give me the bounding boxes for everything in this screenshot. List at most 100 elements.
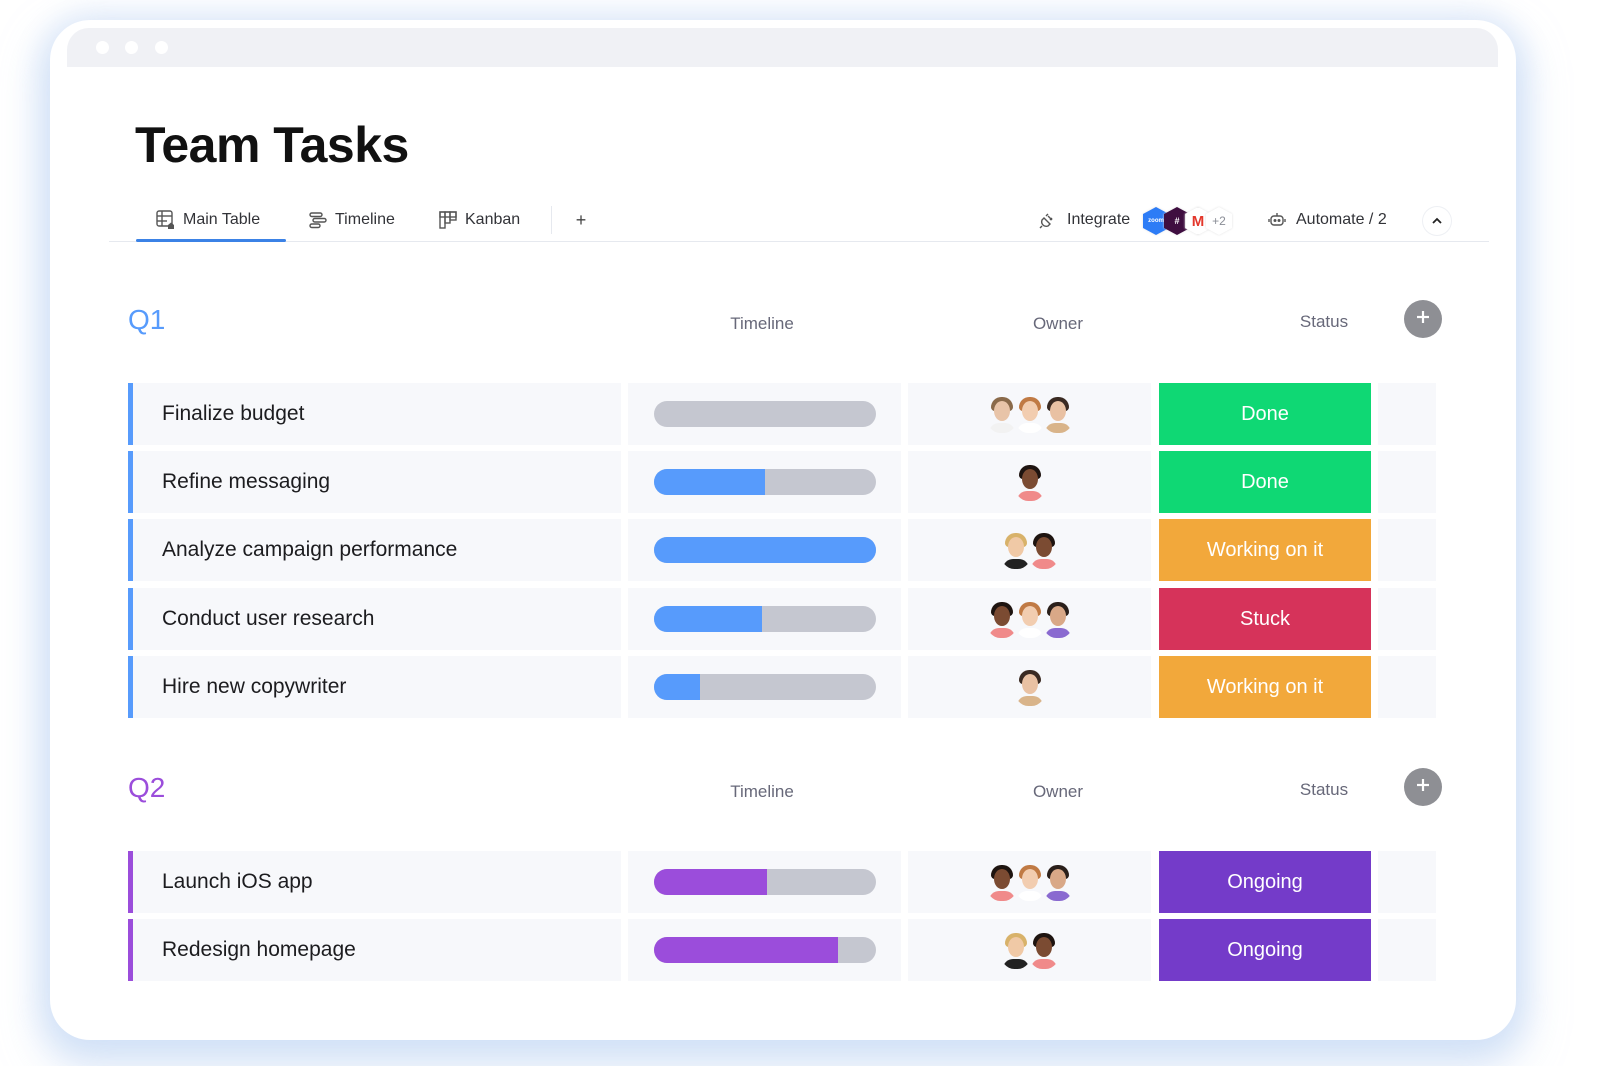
task-name-cell[interactable]: Analyze campaign performance [128,519,621,581]
timeline-bar-fill [653,537,876,563]
avatar[interactable] [1014,668,1046,706]
empty-cell [1378,383,1436,445]
task-name-cell[interactable]: Redesign homepage [128,919,621,981]
integrate-button[interactable]: Integrate [1037,204,1130,236]
task-name-cell[interactable]: Launch iOS app [128,851,621,913]
avatar[interactable] [986,395,1018,433]
timeline-cell[interactable] [628,519,901,581]
window-dot-maximize[interactable] [155,41,168,54]
owner-avatars [986,395,1074,433]
table-row[interactable]: Finalize budget Done [128,383,1438,445]
app-window: Team Tasks Main Table Timeline Kanban + … [67,28,1498,1012]
tab-kanban[interactable]: Kanban [437,204,520,236]
group-title[interactable]: Q1 [128,304,165,336]
timeline-cell[interactable] [628,919,901,981]
view-tabs: Main Table Timeline Kanban + Integrate z… [109,198,1489,242]
automate-button[interactable]: Automate / 2 [1266,204,1387,236]
group-title[interactable]: Q2 [128,772,165,804]
plus-icon [1414,308,1432,331]
more-integrations-count: +2 [1206,207,1232,235]
table-row[interactable]: Analyze campaign performance Working on i… [128,519,1438,581]
owner-cell[interactable] [908,519,1151,581]
task-name: Redesign homepage [162,938,356,961]
timeline-bar [653,937,876,963]
owner-cell[interactable] [908,383,1151,445]
owner-cell[interactable] [908,919,1151,981]
task-name-cell[interactable]: Hire new copywriter [128,656,621,718]
status-badge[interactable]: Stuck [1159,588,1371,650]
integrations-list[interactable]: zoom # M +2 [1143,206,1232,236]
group-color-bar [128,588,133,650]
chevron-up-icon [1431,212,1443,230]
owner-cell[interactable] [908,588,1151,650]
add-column-button[interactable] [1404,768,1442,806]
avatar[interactable] [1014,863,1046,901]
owner-avatars [986,600,1074,638]
avatar[interactable] [1000,931,1032,969]
timeline-bar-fill [653,937,838,963]
status-badge[interactable]: Done [1159,451,1371,513]
table-home-icon [155,209,177,231]
timeline-cell[interactable] [628,851,901,913]
table-row[interactable]: Redesign homepage Ongoing [128,919,1438,981]
timeline-bar [653,401,876,427]
table-row[interactable]: Hire new copywriter Working on it [128,656,1438,718]
empty-cell [1378,519,1436,581]
tab-main-table[interactable]: Main Table [155,204,260,236]
window-dot-close[interactable] [96,41,109,54]
owner-avatars [1000,531,1060,569]
table-row[interactable]: Conduct user research Stuck [128,588,1438,650]
avatar[interactable] [986,600,1018,638]
group-color-bar [128,451,133,513]
empty-cell [1378,851,1436,913]
window-dot-minimize[interactable] [125,41,138,54]
timeline-cell[interactable] [628,588,901,650]
add-column-button[interactable] [1404,300,1442,338]
owner-cell[interactable] [908,851,1151,913]
timeline-bar [653,869,876,895]
column-header-status[interactable]: Status [1218,312,1430,332]
plus-icon [1414,776,1432,799]
timeline-bar [653,674,876,700]
timeline-cell[interactable] [628,656,901,718]
owner-cell[interactable] [908,656,1151,718]
timeline-cell[interactable] [628,451,901,513]
active-tab-indicator [136,239,286,242]
table-row[interactable]: Launch iOS app Ongoing [128,851,1438,913]
owner-cell[interactable] [908,451,1151,513]
column-header-status[interactable]: Status [1218,780,1430,800]
avatar[interactable] [1000,531,1032,569]
avatar[interactable] [1014,463,1046,501]
avatar[interactable] [1028,931,1060,969]
status-badge[interactable]: Done [1159,383,1371,445]
avatar[interactable] [1014,600,1046,638]
task-name-cell[interactable]: Conduct user research [128,588,621,650]
task-name-cell[interactable]: Finalize budget [128,383,621,445]
avatar[interactable] [986,863,1018,901]
avatar[interactable] [1042,600,1074,638]
task-name-cell[interactable]: Refine messaging [128,451,621,513]
collapse-header-button[interactable] [1423,207,1451,235]
column-header-timeline[interactable]: Timeline [689,782,835,802]
column-header-owner[interactable]: Owner [998,314,1118,334]
avatar[interactable] [1042,395,1074,433]
timeline-bar-fill [653,674,701,700]
status-badge[interactable]: Working on it [1159,519,1371,581]
timeline-bar-fill [653,606,763,632]
status-badge[interactable]: Working on it [1159,656,1371,718]
status-badge[interactable]: Ongoing [1159,919,1371,981]
column-header-timeline[interactable]: Timeline [689,314,835,334]
avatar[interactable] [1042,863,1074,901]
table-row[interactable]: Refine messaging Done [128,451,1438,513]
add-view-button[interactable]: + [571,204,591,236]
empty-cell [1378,451,1436,513]
group-color-bar [128,851,133,913]
avatar[interactable] [1014,395,1046,433]
timeline-bar [653,537,876,563]
column-header-owner[interactable]: Owner [998,782,1118,802]
avatar[interactable] [1028,531,1060,569]
tab-timeline[interactable]: Timeline [307,204,395,236]
automate-label: Automate / 2 [1296,211,1387,228]
status-badge[interactable]: Ongoing [1159,851,1371,913]
timeline-cell[interactable] [628,383,901,445]
